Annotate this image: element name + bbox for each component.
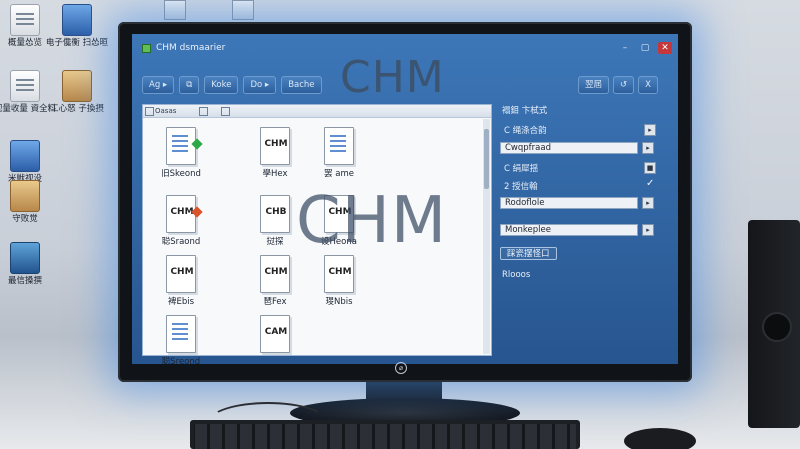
- check-icon[interactable]: ✓: [646, 178, 654, 189]
- file-name: 罢 ame: [324, 169, 354, 179]
- desktop-icon[interactable]: 电子儳衡 扫怂晅: [44, 4, 110, 48]
- scroll-thumb[interactable]: [484, 129, 489, 189]
- blue-folder-icon: [10, 140, 40, 172]
- document-icon: [10, 70, 40, 102]
- pc-icon: [62, 4, 92, 36]
- desktop-icon[interactable]: 最信搡撰: [0, 242, 58, 286]
- desktop-icon[interactable]: 守败觉: [0, 180, 58, 224]
- property-field[interactable]: Cwqpfraad: [500, 142, 638, 154]
- app-banner-title: CHM: [340, 52, 445, 103]
- file-name: 學Hex: [262, 169, 288, 179]
- window-controls: – ▢ ✕: [618, 42, 672, 54]
- monitor: CHM dsmaarier – ▢ ✕ CHM Ag ▸ ⧉ Koke Do ▸…: [118, 22, 692, 382]
- property-button[interactable]: ▸: [642, 142, 654, 154]
- keyboard: [190, 420, 580, 449]
- file-name: 聪Sreond: [161, 357, 201, 364]
- app-icon: [142, 44, 151, 53]
- file-item[interactable]: CAM: [243, 315, 307, 355]
- file-item[interactable]: CHM 琝Nbis: [307, 255, 371, 307]
- file-item[interactable]: CHM 裨Ebis: [149, 255, 213, 307]
- toolbar: Ag ▸ ⧉ Koke Do ▸ Bache: [142, 76, 322, 94]
- property-dropdown[interactable]: Monkeplee: [500, 224, 638, 236]
- property-option[interactable]: 踩瓷摆怪口: [500, 247, 557, 260]
- file-item[interactable]: CHM 聪Sraond: [149, 195, 213, 247]
- refresh-button[interactable]: ↺: [613, 76, 635, 94]
- property-label: C 绳涤合韵: [504, 126, 547, 136]
- file-panel-tag: Oasas: [155, 107, 177, 115]
- copy-icon: ⧉: [186, 80, 193, 90]
- window-title: CHM dsmaarier: [156, 43, 226, 53]
- desktop-partial-icon[interactable]: [232, 0, 254, 20]
- green-arrow-icon: [191, 138, 203, 150]
- book-icon: [10, 242, 40, 274]
- network-icon: [62, 70, 92, 102]
- property-button[interactable]: ▸: [642, 224, 654, 236]
- document-icon: [324, 127, 354, 165]
- file-item[interactable]: CHM 學Hex: [243, 127, 307, 179]
- toolbar-button-do[interactable]: Do ▸: [243, 76, 277, 94]
- chm-watermark: CHM: [296, 184, 448, 258]
- properties-panel: 褟鉬 卞栻式 C 绳涤合韵 ▸ Cwqpfraad ▸ C 绢犀揺 ■ 2 授信…: [498, 104, 664, 356]
- property-row: C 绢犀揺 ■: [500, 160, 656, 174]
- box-icon: [10, 180, 40, 212]
- property-row: 2 授信翰 ✓: [500, 178, 654, 192]
- file-panel-scrollbar[interactable]: [483, 119, 490, 354]
- toolbar-button-copy[interactable]: ⧉: [179, 76, 200, 94]
- desktop-icon-label: 最信搡撰: [7, 276, 42, 286]
- desktop-icon-label: 守败觉: [12, 214, 38, 224]
- checkbox-icon[interactable]: [145, 107, 154, 116]
- chm-file-icon: CHB: [260, 195, 290, 233]
- desktop-icon[interactable]: 工心怒 子換摂: [44, 70, 110, 114]
- toolbar-button-bache[interactable]: Bache: [281, 76, 322, 94]
- chm-file-icon: CHM: [260, 127, 290, 165]
- toolbar-button-koke[interactable]: Koke: [204, 76, 239, 94]
- property-button[interactable]: ■: [644, 162, 656, 174]
- chm-file-icon: CHM: [166, 195, 203, 233]
- file-name: 琶Fex: [263, 297, 287, 307]
- property-label: 2 授信翰: [504, 182, 538, 192]
- chm-file-icon: CHM: [324, 255, 354, 293]
- desktop-partial-icon[interactable]: [164, 0, 186, 20]
- keys: [194, 424, 576, 449]
- file-item[interactable]: 旧Skeond: [149, 127, 213, 179]
- speaker-cone: [762, 312, 792, 342]
- desktop-icon-label: 电子儳衡 扫怂晅: [45, 38, 109, 48]
- desktop-icon-label: 工心怒 子換摂: [50, 104, 104, 114]
- file-name: 旧Skeond: [161, 169, 201, 179]
- file-name: 聪Sraond: [161, 237, 201, 247]
- edit-icon[interactable]: [199, 107, 208, 116]
- minimize-button[interactable]: –: [618, 42, 632, 54]
- file-name: 裨Ebis: [167, 297, 195, 307]
- file-item[interactable]: 罢 ame: [307, 127, 371, 179]
- file-item[interactable]: 聪Sreond: [149, 315, 213, 364]
- toolbar-button-option[interactable]: 翌屆: [578, 76, 610, 94]
- toolbar-button-ag[interactable]: Ag ▸: [142, 76, 175, 94]
- mouse: [624, 428, 696, 449]
- monitor-logo: ⌀: [395, 362, 407, 374]
- property-row: C 绳涤合韵 ▸: [500, 122, 656, 136]
- toolbar-right: 翌屆 ↺ X: [578, 76, 658, 94]
- property-button[interactable]: ▸: [644, 124, 656, 136]
- maximize-button[interactable]: ▢: [638, 42, 652, 54]
- desktop-icon[interactable]: 米獣视没: [0, 140, 58, 184]
- chm-file-icon: CAM: [260, 315, 290, 353]
- tool-icon[interactable]: [221, 107, 230, 116]
- property-button[interactable]: ▸: [642, 197, 654, 209]
- document-icon: [10, 4, 40, 36]
- document-icon: [166, 127, 203, 165]
- app-window: CHM dsmaarier – ▢ ✕ CHM Ag ▸ ⧉ Koke Do ▸…: [132, 34, 678, 364]
- file-name: 琝Nbis: [325, 297, 353, 307]
- chm-file-icon: CHM: [260, 255, 290, 293]
- file-item[interactable]: CHM 琶Fex: [243, 255, 307, 307]
- property-label: C 绢犀揺: [504, 164, 539, 174]
- toolbar-close-button[interactable]: X: [638, 76, 658, 94]
- document-icon: [166, 315, 196, 353]
- close-button[interactable]: ✕: [658, 42, 672, 54]
- chm-file-icon: CHM: [166, 255, 196, 293]
- property-field[interactable]: Rodoflole: [500, 197, 638, 209]
- property-bullet: Rlooos: [502, 270, 531, 280]
- properties-header: 褟鉬 卞栻式: [502, 106, 548, 116]
- speaker: [748, 220, 800, 428]
- file-panel-header: Oasas: [143, 105, 491, 118]
